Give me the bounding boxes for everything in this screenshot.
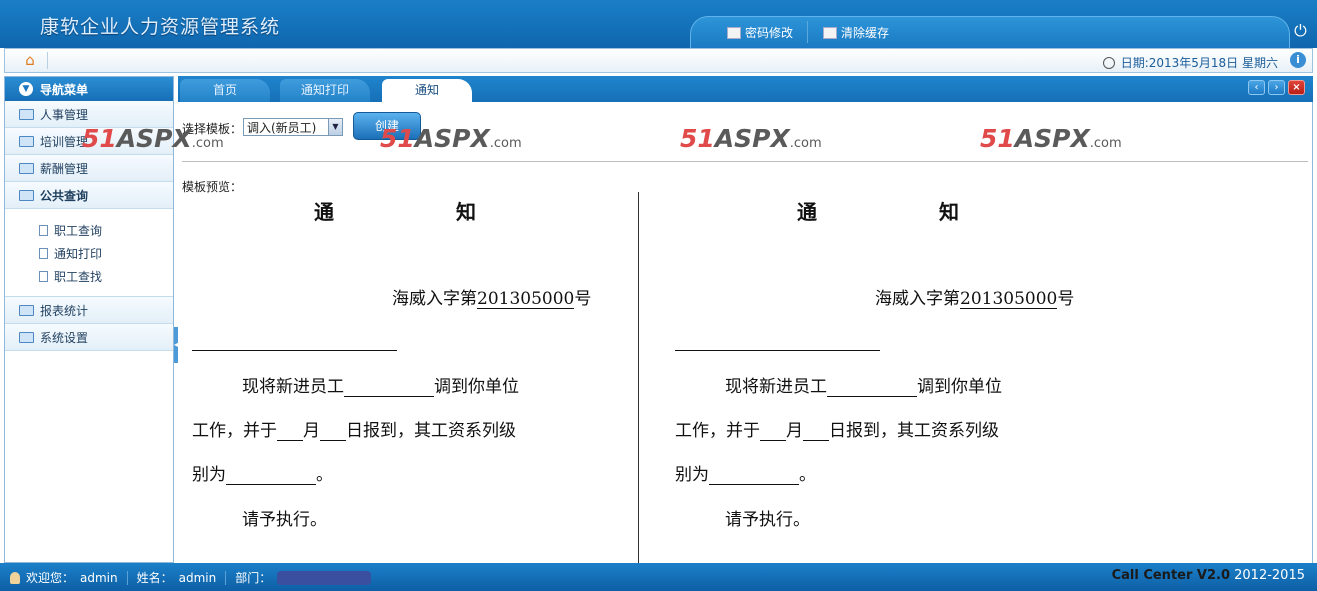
main-content: 选择模板： 调入(新员工) ▼ 创建 51ASPX.com 51ASPX.com…	[82, 102, 1313, 563]
notice-line: 工作，并于月日报到，其工资系列级	[192, 421, 516, 441]
sidebar-item-label: 薪酬管理	[40, 161, 89, 176]
folder-icon	[19, 135, 34, 147]
document-icon	[39, 225, 48, 236]
sidebar-subitem-employee-find[interactable]: 职工查找	[5, 265, 173, 288]
sidebar-submenu: 职工查询 通知打印 职工查找	[5, 209, 173, 297]
folder-icon	[19, 304, 34, 316]
sidebar-subitem-label: 职工查询	[54, 224, 103, 238]
version-name: Call Center V2.0	[1111, 568, 1230, 583]
tab-home[interactable]: 首页	[180, 79, 270, 102]
notice-line: 工作，并于月日报到，其工资系列级	[675, 421, 999, 441]
sidebar-item-public-query[interactable]: 公共查询	[5, 182, 173, 209]
folder-icon	[19, 331, 34, 343]
chevron-down-icon: ▼	[328, 119, 342, 135]
change-password-label: 密码修改	[745, 26, 794, 40]
close-icon[interactable]: ×	[1288, 80, 1305, 95]
recipient-blank	[192, 350, 397, 351]
document-number: 海威入字第201305000号	[875, 289, 1075, 309]
recipient-blank	[675, 350, 880, 351]
sidebar-subitem-notice-print[interactable]: 通知打印	[5, 242, 173, 265]
divider	[126, 570, 128, 585]
toolbar-divider	[807, 21, 808, 43]
template-selected-value: 调入(新员工)	[247, 120, 317, 135]
sidebar-item-label: 报表统计	[40, 303, 89, 318]
notice-line: 别为。	[675, 465, 816, 485]
watermark: 51ASPX.com	[380, 124, 522, 153]
app-header: 康软企业人力资源管理系统 密码修改 清除缓存 ⏻	[0, 0, 1317, 48]
sidebar-subitem-label: 职工查找	[54, 270, 103, 284]
column-divider	[638, 192, 639, 563]
welcome-user: admin	[80, 570, 118, 585]
date-text: 日期:2013年5月18日 星期六	[1120, 56, 1278, 70]
notice-line: 请予执行。	[242, 510, 327, 530]
info-icon[interactable]: i	[1290, 52, 1306, 68]
template-select[interactable]: 调入(新员工) ▼	[243, 118, 343, 136]
sidebar-subitem-label: 通知打印	[54, 247, 103, 261]
document-icon	[39, 271, 48, 282]
watermark: 51ASPX.com	[82, 124, 224, 153]
folder-open-icon	[19, 189, 34, 201]
sidebar-item-label: 公共查询	[40, 188, 89, 203]
nav-menu-title: 导航菜单	[40, 82, 89, 97]
notice-line: 请予执行。	[725, 510, 810, 530]
tab-notice[interactable]: 通知	[382, 79, 472, 102]
password-icon	[727, 26, 741, 39]
footer-bar: 欢迎您： admin 姓名： admin 部门： Call Center V2.…	[0, 563, 1317, 591]
collapse-icon: ▼	[19, 82, 33, 96]
document-number: 海威入字第201305000号	[392, 289, 592, 309]
copyright-years: 2012-2015	[1234, 568, 1305, 583]
change-password-button[interactable]: 密码修改	[727, 24, 793, 41]
clear-cache-button[interactable]: 清除缓存	[823, 24, 889, 41]
sidebar-item-label: 人事管理	[40, 107, 89, 122]
notice-line: 现将新进员工 调到你单位	[725, 377, 1002, 397]
cache-icon	[823, 26, 837, 39]
nav-menu-header[interactable]: ▼ 导航菜单	[5, 77, 173, 101]
folder-icon	[19, 108, 34, 120]
name-value: admin	[178, 570, 217, 585]
notice-line: 别为。	[192, 465, 333, 485]
watermark: 51ASPX.com	[980, 124, 1122, 153]
department-value-redacted	[277, 570, 372, 585]
divider	[182, 161, 1308, 162]
divider	[225, 570, 227, 585]
sidebar-item-label: 系统设置	[40, 330, 89, 345]
notice-line: 现将新进员工 调到你单位	[242, 377, 519, 397]
folder-icon	[19, 162, 34, 174]
clock-icon	[1102, 56, 1115, 69]
department-label: 部门：	[235, 571, 272, 585]
status-bar: ⌂ 日期:2013年5月18日 星期六 i	[4, 48, 1313, 73]
watermark: 51ASPX.com	[680, 124, 822, 153]
name-label: 姓名：	[136, 571, 173, 585]
tab-notice-print[interactable]: 通知打印	[280, 79, 370, 102]
chevron-right-icon[interactable]: ›	[1268, 80, 1285, 95]
date-display: 日期:2013年5月18日 星期六	[1102, 54, 1278, 71]
user-icon	[10, 571, 20, 584]
sidebar-item-salary[interactable]: 薪酬管理	[5, 155, 173, 182]
sidebar-subitem-employee-query[interactable]: 职工查询	[5, 219, 173, 242]
welcome-label: 欢迎您：	[26, 571, 75, 585]
power-icon[interactable]: ⏻	[1292, 22, 1309, 39]
divider	[47, 52, 48, 69]
header-toolbar: 密码修改 清除缓存	[690, 16, 1290, 48]
preview-label: 模板预览：	[182, 180, 243, 194]
sidebar-item-reports[interactable]: 报表统计	[5, 297, 173, 324]
tab-bar: 首页 通知打印 通知 ‹ › ×	[178, 76, 1313, 102]
sidebar-item-label: 培训管理	[40, 134, 89, 149]
sidebar-item-settings[interactable]: 系统设置	[5, 324, 173, 351]
clear-cache-label: 清除缓存	[841, 26, 890, 40]
chevron-left-icon[interactable]: ‹	[1248, 80, 1265, 95]
version-info: Call Center V2.0 2012-2015	[1112, 568, 1305, 583]
user-info: 欢迎您： admin 姓名： admin 部门：	[10, 569, 372, 586]
app-title: 康软企业人力资源管理系统	[40, 16, 281, 38]
home-icon[interactable]: ⌂	[21, 52, 39, 69]
document-icon	[39, 248, 48, 259]
